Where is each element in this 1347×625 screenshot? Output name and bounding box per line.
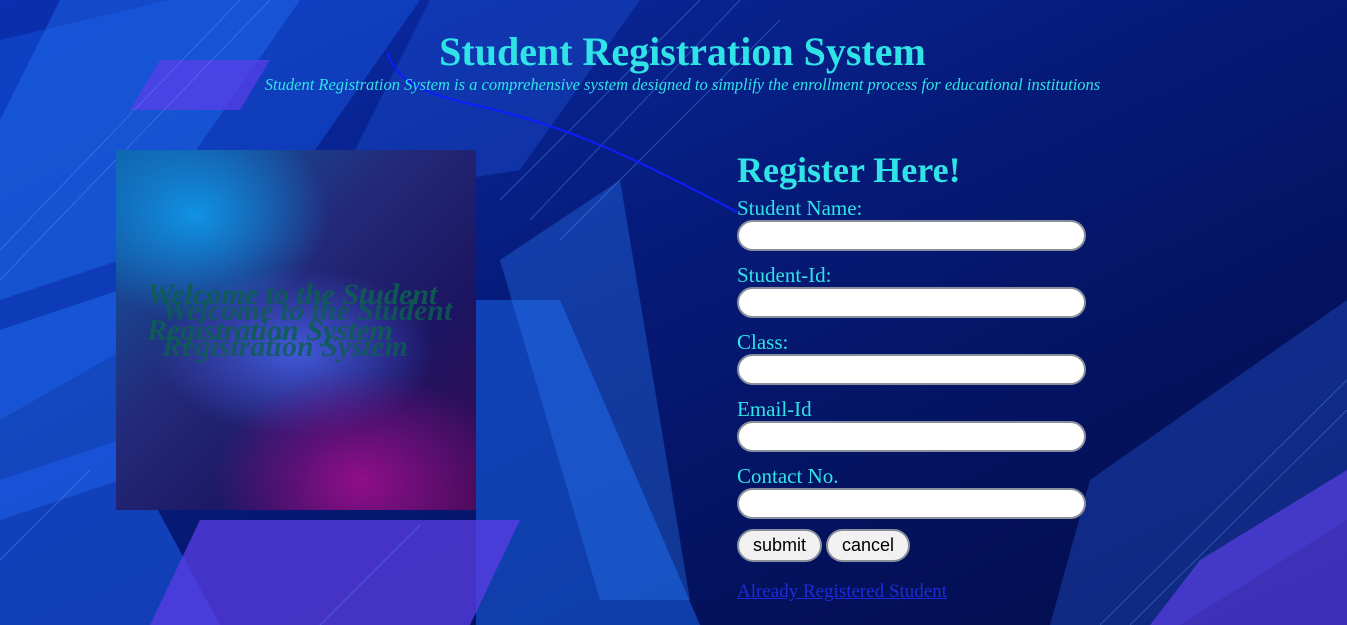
student-id-label: Student-Id: (737, 263, 832, 287)
submit-button[interactable]: submit (737, 529, 823, 562)
page-subtitle: Student Registration System is a compreh… (264, 75, 1101, 94)
email-id-label: Email-Id (737, 397, 812, 421)
welcome-panel: Welcome to the Student Registration Syst… (116, 150, 476, 510)
contact-no-label: Contact No. (737, 464, 839, 488)
contact-no-field[interactable] (737, 488, 1086, 519)
welcome-text-shadow: Welcome to the Student Registration Syst… (162, 293, 452, 365)
welcome-text-shadow-line-2: Registration System (162, 330, 408, 363)
form-title: Register Here! (737, 150, 961, 190)
student-name-field[interactable] (737, 220, 1086, 251)
email-id-field[interactable] (737, 421, 1086, 452)
page-title: Student Registration System (439, 29, 926, 74)
form-actions: submit cancel (737, 529, 1097, 562)
class-field[interactable] (737, 354, 1086, 385)
student-id-field[interactable] (737, 287, 1086, 318)
cancel-button[interactable]: cancel (826, 529, 911, 562)
class-label: Class: (737, 330, 789, 354)
registration-form: Register Here! Student Name: Student-Id:… (737, 150, 1097, 603)
student-name-label: Student Name: (737, 196, 863, 220)
already-registered-link[interactable]: Already Registered Student (737, 581, 947, 603)
welcome-text-shadow-line-1: Welcome to the Student (162, 294, 453, 327)
